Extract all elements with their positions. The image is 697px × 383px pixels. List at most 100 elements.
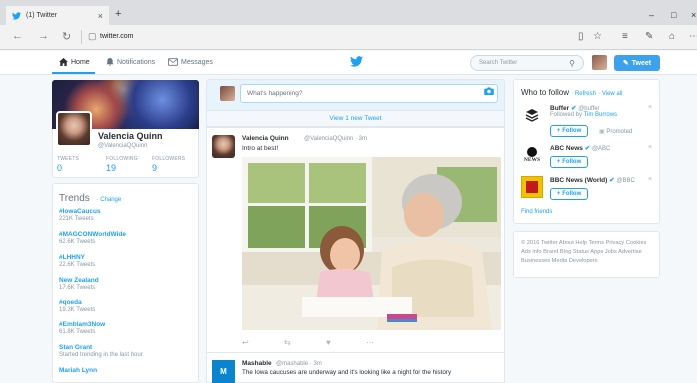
tweet-avatar[interactable] bbox=[212, 135, 235, 158]
nav-notifications[interactable]: Notifications bbox=[106, 58, 155, 66]
trend-item[interactable]: #LHHNY bbox=[59, 254, 85, 261]
suggestion-abc[interactable]: NEWS ABC News ✔ @ABC + Follow × bbox=[521, 144, 656, 172]
suggestion-name[interactable]: ABC News ✔ @ABC bbox=[550, 144, 610, 152]
trend-item[interactable]: #qoeda bbox=[59, 299, 82, 306]
account-avatar[interactable] bbox=[592, 55, 607, 70]
envelope-icon bbox=[168, 58, 178, 66]
tweet[interactable] bbox=[206, 353, 505, 383]
stat-tweets-label: TWEETS bbox=[57, 156, 80, 162]
profile-name[interactable]: Valencia Quinn bbox=[98, 131, 163, 141]
trend-count: 221K Tweets bbox=[59, 216, 94, 222]
more-actions-icon[interactable]: ⋯ bbox=[366, 338, 374, 347]
like-icon[interactable]: ♥ bbox=[326, 338, 331, 347]
favorite-star-icon[interactable]: ☆ bbox=[593, 31, 602, 42]
dismiss-icon[interactable]: × bbox=[648, 176, 652, 183]
suggestion-name[interactable]: BBC News (World) ✔ @BBC bbox=[550, 176, 635, 184]
who-to-follow-title: Who to follow bbox=[521, 88, 570, 97]
search-icon[interactable]: ⚲ bbox=[569, 59, 575, 68]
promoted-icon: ▣ bbox=[599, 129, 605, 135]
suggestion-name[interactable]: Buffer ✔ @buffer bbox=[550, 104, 600, 112]
new-tab-button[interactable]: + bbox=[115, 8, 121, 20]
tweet-meta[interactable]: @mashable · 3m bbox=[276, 361, 322, 367]
find-friends-link[interactable]: Find friends bbox=[521, 209, 552, 215]
browser-tab[interactable]: (1) Twitter × bbox=[6, 6, 109, 25]
follow-button[interactable]: + Follow bbox=[550, 188, 588, 200]
twitter-logo-icon[interactable] bbox=[350, 56, 363, 67]
trend-item[interactable]: #IowaCaucus bbox=[59, 208, 101, 215]
add-user-icon: + bbox=[556, 191, 561, 197]
web-note-icon[interactable]: ✎ bbox=[645, 31, 653, 42]
trends-change-link[interactable]: · Change bbox=[97, 197, 122, 203]
twitter-header: Home Notifications Messages Search Twitt… bbox=[0, 51, 697, 75]
tweet-button-label: Tweet bbox=[631, 59, 652, 67]
browser-tab-bar: (1) Twitter × + – □ × bbox=[0, 0, 697, 25]
profile-avatar[interactable] bbox=[56, 111, 92, 147]
tweet-photo[interactable] bbox=[242, 157, 501, 330]
tweet-meta[interactable]: @ValenciaQQuinn · 3m bbox=[304, 136, 367, 142]
share-icon[interactable]: ⌂ bbox=[669, 31, 675, 42]
browser-tab-title: (1) Twitter bbox=[26, 12, 57, 19]
trend-count: 22.6K Tweets bbox=[59, 262, 96, 268]
search-placeholder: Search Twitter bbox=[479, 60, 518, 66]
trend-item[interactable]: New Zealand bbox=[59, 277, 99, 284]
bell-icon bbox=[106, 58, 114, 66]
more-icon[interactable]: ⋯ bbox=[689, 31, 697, 42]
stat-followers-value[interactable]: 9 bbox=[152, 163, 157, 173]
suggestion-buffer[interactable]: Buffer ✔ @buffer Followed by Tim Burrows… bbox=[521, 104, 656, 138]
stat-following-value[interactable]: 19 bbox=[106, 163, 116, 173]
followed-by-text: Followed by Tim Burrows bbox=[550, 112, 617, 118]
profile-handle[interactable]: @ValenciaQQuinn bbox=[98, 143, 147, 149]
trend-item[interactable]: Stan Grant bbox=[59, 344, 92, 351]
refresh-link[interactable]: · Refresh bbox=[571, 91, 596, 97]
compose-icon: ✎ bbox=[622, 60, 629, 67]
back-arrow-icon[interactable]: ← bbox=[12, 30, 23, 42]
stat-tweets-value[interactable]: 0 bbox=[57, 163, 62, 173]
nav-home[interactable]: Home bbox=[59, 58, 90, 66]
follow-button[interactable]: + Follow bbox=[550, 156, 588, 168]
trend-count: 61.8K Tweets bbox=[59, 329, 96, 335]
trend-item[interactable]: #Emblam3Now bbox=[59, 321, 105, 328]
tweet-author-name[interactable]: Valencia Quinn bbox=[242, 135, 289, 142]
follow-button-label: Follow bbox=[562, 128, 582, 134]
hub-icon[interactable]: ≡ bbox=[622, 31, 628, 42]
compose-avatar bbox=[220, 86, 235, 101]
refresh-icon[interactable]: ↻ bbox=[62, 30, 71, 43]
reply-icon[interactable]: ↩ bbox=[242, 338, 249, 347]
close-window-button[interactable]: × bbox=[691, 10, 696, 20]
trend-item[interactable]: #MAGCONWorldWide bbox=[59, 231, 126, 238]
retweet-icon[interactable]: ⇆ bbox=[284, 338, 291, 347]
follow-button[interactable]: + Follow bbox=[550, 125, 588, 137]
dismiss-icon[interactable]: × bbox=[648, 144, 652, 151]
suggestion-name-text: BBC News (World) bbox=[550, 177, 608, 184]
followed-by-link[interactable]: Tim Burrows bbox=[584, 112, 617, 118]
footer-links[interactable]: © 2016 Twitter About Help Terms Privacy … bbox=[521, 239, 653, 266]
verified-icon: ✔ bbox=[609, 177, 615, 184]
view-all-link[interactable]: · View all bbox=[598, 91, 622, 97]
promoted-text: Promoted bbox=[606, 129, 633, 135]
trends-title: Trends bbox=[59, 193, 90, 204]
maximize-button[interactable]: □ bbox=[671, 10, 676, 20]
followed-by-prefix: Followed by bbox=[550, 112, 584, 118]
tweet-photo-image bbox=[242, 157, 501, 330]
minimize-button[interactable]: – bbox=[649, 10, 654, 20]
twitter-bird-icon bbox=[12, 11, 21, 20]
reading-view-icon[interactable]: ▯ bbox=[578, 31, 584, 42]
compose-input[interactable]: What's happening? bbox=[240, 84, 498, 103]
tweet-author-name[interactable]: Mashable bbox=[242, 360, 272, 367]
suggestion-bbc[interactable]: BBC News (World) ✔ @BBC + Follow × bbox=[521, 176, 656, 204]
mashable-avatar[interactable]: M bbox=[212, 360, 235, 383]
camera-icon[interactable] bbox=[484, 87, 494, 95]
home-icon bbox=[59, 58, 68, 66]
tweet-button[interactable]: ✎ Tweet bbox=[614, 55, 660, 71]
url-field[interactable]: twitter.com bbox=[100, 33, 133, 40]
trend-item[interactable]: Mariah Lynn bbox=[59, 367, 97, 374]
nav-messages[interactable]: Messages bbox=[168, 58, 213, 66]
new-tweets-bar[interactable]: View 1 new Tweet bbox=[206, 111, 505, 127]
follow-button-label: Follow bbox=[562, 159, 582, 165]
stat-following-label: FOLLOWING bbox=[106, 156, 138, 162]
address-divider bbox=[81, 30, 82, 44]
close-tab-icon[interactable]: × bbox=[98, 11, 103, 21]
dismiss-icon[interactable]: × bbox=[648, 104, 652, 111]
forward-arrow-icon[interactable]: → bbox=[38, 30, 49, 42]
search-input[interactable]: Search Twitter ⚲ bbox=[470, 55, 584, 71]
